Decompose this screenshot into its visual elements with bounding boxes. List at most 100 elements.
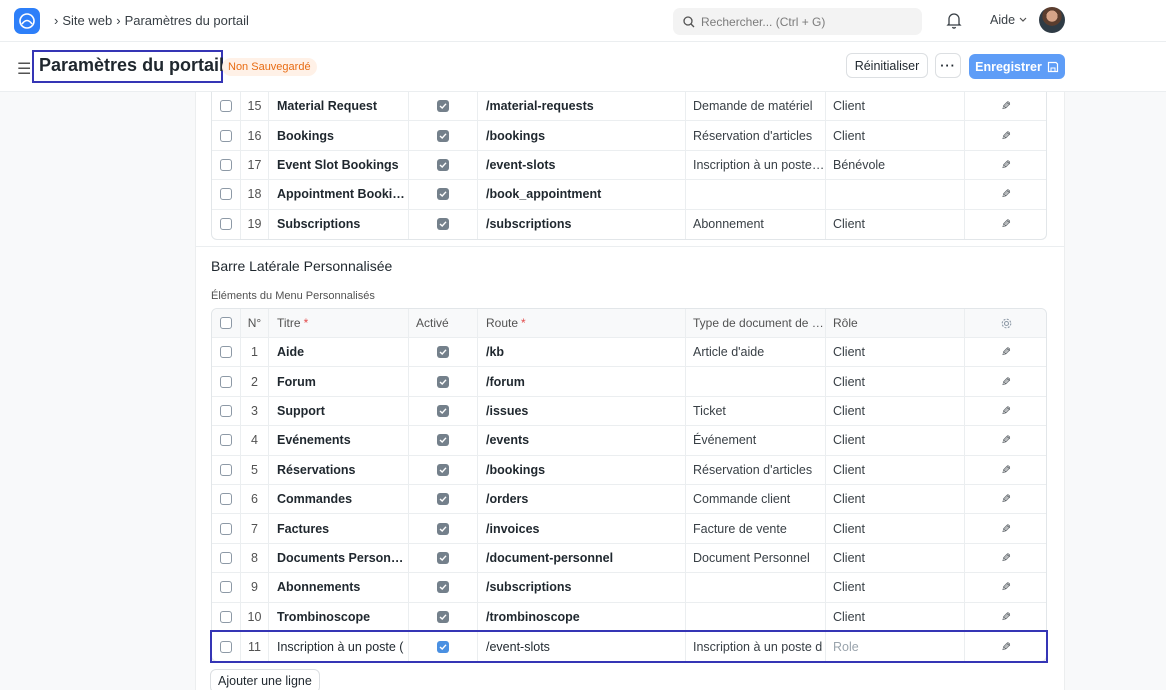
row-title[interactable]: Forum <box>268 367 408 396</box>
edit-row-cell[interactable]: ✎ <box>964 92 1048 121</box>
table-row[interactable]: 4 Evénements/events Événement Client ✎ <box>212 426 1048 456</box>
active-checkbox-cell[interactable] <box>408 631 477 662</box>
row-doctype[interactable] <box>685 573 825 602</box>
row-route[interactable]: /subscriptions <box>477 573 685 602</box>
row-checkbox[interactable] <box>220 522 232 535</box>
row-role[interactable]: Client <box>825 121 964 150</box>
active-checkbox[interactable] <box>437 129 449 142</box>
row-route[interactable]: /material-requests <box>477 92 685 121</box>
active-checkbox-cell[interactable] <box>408 455 477 484</box>
column-header-doctype[interactable]: Type de document de … <box>685 309 825 337</box>
row-role[interactable]: Client <box>825 514 964 543</box>
row-checkbox[interactable] <box>220 611 232 624</box>
row-checkbox[interactable] <box>220 404 232 417</box>
active-checkbox-cell[interactable] <box>408 543 477 573</box>
edit-row-cell[interactable]: ✎ <box>964 631 1048 662</box>
row-checkbox[interactable] <box>220 640 232 653</box>
row-route[interactable]: /bookings <box>477 121 685 150</box>
row-checkbox-cell[interactable] <box>212 573 240 601</box>
row-checkbox[interactable] <box>220 551 232 564</box>
edit-row-cell[interactable]: ✎ <box>964 514 1048 543</box>
active-checkbox[interactable] <box>437 551 449 564</box>
active-checkbox[interactable] <box>437 404 449 417</box>
save-button[interactable]: Enregistrer <box>969 54 1065 79</box>
row-checkbox[interactable] <box>220 493 232 506</box>
active-checkbox[interactable] <box>437 218 449 231</box>
select-all-checkbox-cell[interactable] <box>212 309 240 337</box>
edit-pencil-icon[interactable]: ✎ <box>1001 580 1011 594</box>
active-checkbox-cell[interactable] <box>408 338 477 367</box>
active-checkbox-cell[interactable] <box>408 602 477 632</box>
column-header-route[interactable]: Route * <box>477 309 685 337</box>
row-title[interactable]: Commandes <box>268 484 408 514</box>
active-checkbox[interactable] <box>437 463 449 476</box>
edit-pencil-icon[interactable]: ✎ <box>1001 404 1011 418</box>
row-title[interactable]: Bookings <box>268 121 408 150</box>
row-title[interactable]: Appointment Booki… <box>268 180 408 209</box>
edit-pencil-icon[interactable]: ✎ <box>1001 375 1011 389</box>
row-title[interactable]: Documents Person… <box>268 543 408 573</box>
role-input[interactable]: Role <box>825 631 964 662</box>
row-checkbox-cell[interactable] <box>212 180 240 208</box>
active-checkbox[interactable] <box>437 100 449 113</box>
search-input[interactable] <box>701 14 911 29</box>
edit-row-cell[interactable]: ✎ <box>964 338 1048 367</box>
active-checkbox[interactable] <box>437 346 449 359</box>
select-all-checkbox[interactable] <box>220 317 232 329</box>
table-row[interactable]: 9 Abonnements/subscriptions Client ✎ <box>212 573 1048 603</box>
row-doctype[interactable]: Événement <box>685 426 825 455</box>
row-doctype[interactable]: Commande client <box>685 484 825 514</box>
table-row[interactable]: 18 Appointment Booki… /book_appointment ✎ <box>212 180 1046 210</box>
table-row-editing[interactable]: 11 Inscription à un poste ( /event-slots… <box>210 629 1048 664</box>
active-checkbox[interactable] <box>437 188 449 201</box>
active-checkbox[interactable] <box>437 611 449 624</box>
edit-pencil-icon[interactable]: ✎ <box>1001 158 1011 172</box>
active-checkbox-cell[interactable] <box>408 150 477 180</box>
edit-pencil-icon[interactable]: ✎ <box>1001 492 1011 506</box>
row-checkbox-cell[interactable] <box>212 397 240 425</box>
table-row[interactable]: 2 Forum/forum Client ✎ <box>212 367 1046 397</box>
row-doctype[interactable]: Réservation d'articles <box>685 455 825 484</box>
row-route[interactable]: /book_appointment <box>477 180 685 209</box>
row-role[interactable]: Client <box>825 455 964 484</box>
breadcrumb-item-website[interactable]: Site web <box>62 13 112 28</box>
row-checkbox-cell[interactable] <box>212 367 240 395</box>
row-checkbox[interactable] <box>220 188 232 201</box>
row-checkbox-cell[interactable] <box>212 121 240 149</box>
row-route[interactable]: /issues <box>477 396 685 426</box>
active-checkbox[interactable] <box>437 158 449 171</box>
edit-row-cell[interactable]: ✎ <box>964 602 1048 632</box>
row-checkbox-cell[interactable] <box>212 338 240 366</box>
edit-row-cell[interactable]: ✎ <box>964 573 1048 602</box>
active-checkbox-cell[interactable] <box>408 396 477 426</box>
edit-pencil-icon[interactable]: ✎ <box>1001 187 1011 201</box>
notification-bell-icon[interactable] <box>946 12 962 32</box>
table-row[interactable]: 6 Commandes/orders Commande client Client ✎ <box>212 484 1046 515</box>
row-route[interactable]: /forum <box>477 367 685 396</box>
active-checkbox-cell[interactable] <box>408 209 477 239</box>
row-checkbox[interactable] <box>220 218 232 231</box>
active-checkbox-cell[interactable] <box>408 121 477 150</box>
active-checkbox[interactable] <box>437 522 449 535</box>
active-checkbox[interactable] <box>437 581 449 594</box>
row-doctype[interactable]: Inscription à un poste… <box>685 150 825 180</box>
table-row[interactable]: 1 Aide/kb Article d'aide Client ✎ <box>212 338 1048 368</box>
edit-pencil-icon[interactable]: ✎ <box>1001 551 1011 565</box>
edit-pencil-icon[interactable]: ✎ <box>1001 217 1011 231</box>
row-doctype[interactable] <box>685 602 825 632</box>
search-bar[interactable] <box>673 8 922 35</box>
row-doctype[interactable]: Demande de matériel <box>685 92 825 121</box>
row-title[interactable]: Evénements <box>268 426 408 455</box>
edit-row-cell[interactable]: ✎ <box>964 209 1048 239</box>
edit-row-cell[interactable]: ✎ <box>964 455 1048 484</box>
active-checkbox[interactable] <box>437 434 449 447</box>
row-title[interactable]: Réservations <box>268 455 408 484</box>
active-checkbox[interactable] <box>437 375 449 388</box>
row-checkbox-cell[interactable] <box>212 603 240 632</box>
column-header-role[interactable]: Rôle <box>825 309 964 337</box>
edit-row-cell[interactable]: ✎ <box>964 426 1048 455</box>
table-row[interactable]: 3 Support/issues Ticket Client ✎ <box>212 396 1046 427</box>
row-doctype[interactable] <box>685 180 825 209</box>
row-route[interactable]: /bookings <box>477 455 685 484</box>
row-role[interactable] <box>825 180 964 209</box>
